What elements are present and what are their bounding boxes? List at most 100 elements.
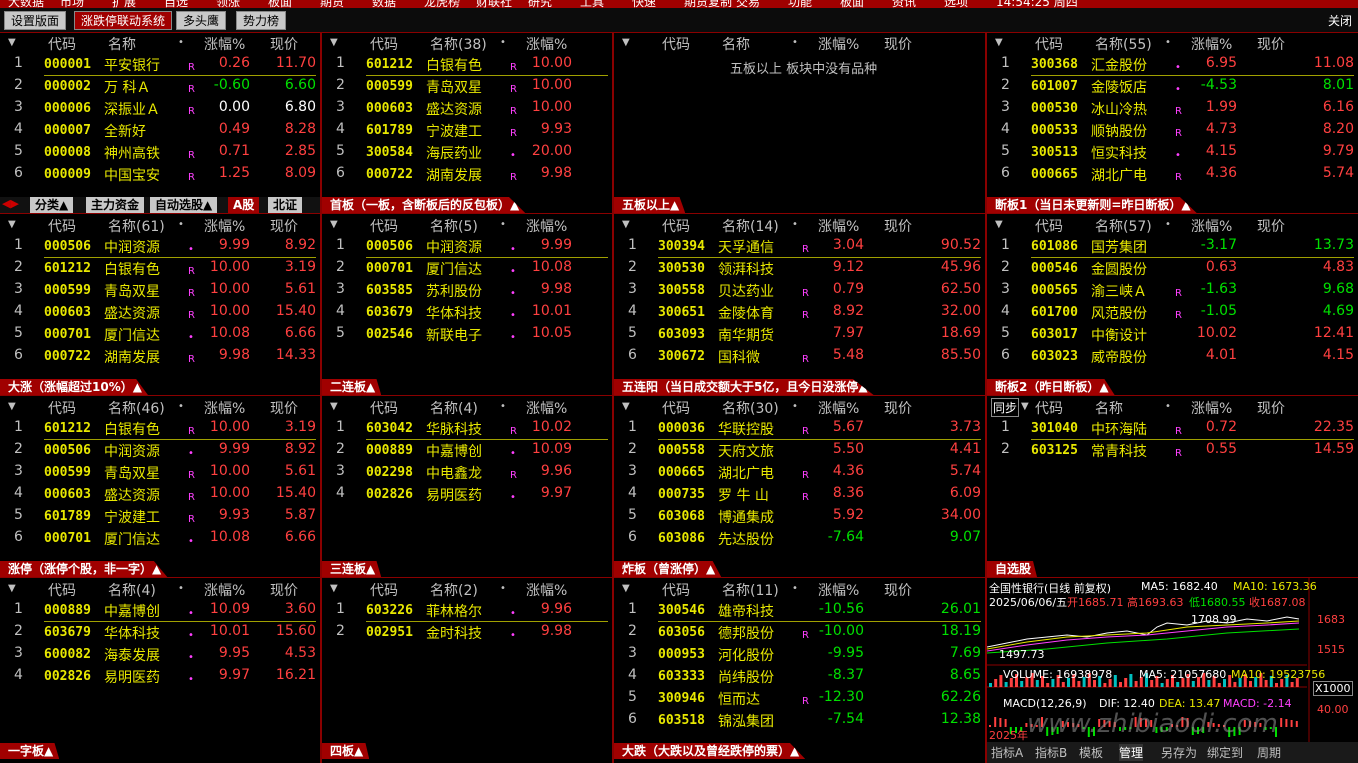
table-row[interactable]: 5 002546 新联电子 • 10.05 (322, 324, 612, 346)
table-row[interactable]: 6 000009 中国宝安 R 1.25 8.09 (0, 164, 320, 186)
col-name-header[interactable]: 名称(55) (1095, 34, 1152, 54)
panel-footer-label[interactable]: 五连阳（当日成交额大于5亿，且今日没涨停▲ (614, 379, 874, 395)
menu-item[interactable]: 扩展 (112, 0, 136, 8)
col-price-header[interactable]: 现价 (1257, 34, 1285, 54)
menu-item[interactable]: 领涨 (216, 0, 240, 8)
tab-bull-eagle[interactable]: 多头鹰 (176, 11, 227, 30)
col-change-header[interactable]: 涨幅% (204, 216, 245, 236)
table-row[interactable]: 5 300584 海辰药业 • 20.00 (322, 142, 612, 164)
menu-item[interactable]: 龙虎榜 (424, 0, 460, 8)
stock-panel[interactable]: ▼ 代码 名称(11) • 涨幅% 现价 1 300546 雄帝科技 -10.56 26.01 2 60… (614, 578, 985, 760)
stock-panel[interactable]: ▼ 代码 名称(55) • 涨幅% 现价 1 300368 汇金股份 • 6.95 11.08 2 601… (987, 32, 1358, 214)
chart-tab[interactable]: 模板 (1079, 744, 1103, 761)
col-change-header[interactable]: 涨幅% (526, 34, 567, 54)
col-code-header[interactable]: 代码 (48, 398, 76, 418)
panel-footer-label[interactable]: 自选股 (987, 561, 1038, 577)
table-row[interactable]: 6 603023 威帝股份 4.01 4.15 (987, 346, 1358, 368)
table-row[interactable]: 5 601789 宁波建工 R 9.93 5.87 (0, 506, 320, 528)
col-name-header[interactable]: 名称 (1095, 398, 1123, 418)
col-code-header[interactable]: 代码 (370, 580, 398, 600)
stock-panel[interactable]: ▼ 代码 名称(46) • 涨幅% 现价 1 601212 白银有色 R 10.00 3.19 2 000… (0, 396, 320, 578)
col-price-header[interactable]: 现价 (1257, 398, 1285, 418)
table-row[interactable]: 4 000007 全新好 0.49 8.28 (0, 120, 320, 142)
table-row[interactable]: 4 300651 金陵体育 R 8.92 32.00 (614, 302, 985, 324)
col-flag-header[interactable]: • (1165, 401, 1171, 412)
col-name-header[interactable]: 名称(46) (108, 398, 165, 418)
table-row[interactable]: 4 601700 风范股份 R -1.05 4.69 (987, 302, 1358, 324)
table-row[interactable]: 6 000701 厦门信达 • 10.08 6.66 (0, 528, 320, 550)
col-flag-header[interactable]: • (1165, 37, 1171, 48)
col-change-header[interactable]: 涨幅% (818, 398, 859, 418)
col-code-header[interactable]: 代码 (370, 216, 398, 236)
chart-tab[interactable]: 管理 (1119, 744, 1144, 761)
table-row[interactable]: 2 000889 中嘉博创 • 10.09 (322, 440, 612, 462)
dropdown-icon[interactable]: ▼ (330, 37, 338, 48)
table-row[interactable]: 4 603333 尚纬股份 -8.37 8.65 (614, 666, 985, 688)
table-row[interactable]: 2 000701 厦门信达 • 10.08 (322, 258, 612, 280)
col-code-header[interactable]: 代码 (662, 216, 690, 236)
col-flag-header[interactable]: • (1165, 219, 1171, 230)
table-row[interactable]: 3 000665 湖北广电 R 4.36 5.74 (614, 462, 985, 484)
table-row[interactable]: 1 300546 雄帝科技 -10.56 26.01 (614, 600, 985, 622)
table-row[interactable]: 3 600082 海泰发展 • 9.95 4.53 (0, 644, 320, 666)
menu-item[interactable]: 板面 (840, 0, 864, 8)
menu-item[interactable]: 14:54:25 周四 (996, 0, 1078, 8)
col-price-header[interactable]: 现价 (270, 34, 298, 54)
col-code-header[interactable]: 代码 (48, 580, 76, 600)
table-row[interactable]: 3 000565 渝三峡Ａ R -1.63 9.68 (987, 280, 1358, 302)
col-name-header[interactable]: 名称(57) (1095, 216, 1152, 236)
menu-item[interactable]: 选项 (944, 0, 968, 8)
stock-panel[interactable]: ▼ 代码 名称(14) • 涨幅% 现价 1 300394 天孚通信 R 3.04 90.52 2 300… (614, 214, 985, 396)
table-row[interactable]: 1 300368 汇金股份 • 6.95 11.08 (987, 54, 1358, 76)
panel-footer-label[interactable]: 二连板▲ (322, 379, 382, 395)
col-name-header[interactable]: 名称(38) (430, 34, 487, 54)
col-change-header[interactable]: 涨幅% (204, 34, 245, 54)
col-code-header[interactable]: 代码 (1035, 216, 1063, 236)
panel-footer-label[interactable]: 四板▲ (322, 743, 370, 759)
menu-item[interactable]: 自选 (164, 0, 188, 8)
col-change-header[interactable]: 涨幅% (204, 398, 245, 418)
col-code-header[interactable]: 代码 (48, 34, 76, 54)
table-row[interactable]: 5 603068 博通集成 5.92 34.00 (614, 506, 985, 528)
table-row[interactable]: 5 603017 中衡设计 10.02 12.41 (987, 324, 1358, 346)
col-code-header[interactable]: 代码 (48, 216, 76, 236)
col-name-header[interactable]: 名称(14) (722, 216, 779, 236)
col-flag-header[interactable]: • (178, 401, 184, 412)
dropdown-icon[interactable]: ▼ (8, 37, 16, 48)
stock-panel[interactable]: ▼ 代码 名称(38) • 涨幅% 1 601212 白银有色 R 10.00 2 000599 青岛双… (322, 32, 612, 214)
panel-footer-label[interactable]: 断板1（当日未更新则=昨日断板）▲ (987, 197, 1197, 213)
chart-tab[interactable]: 指标B (1035, 744, 1067, 761)
col-price-header[interactable]: 现价 (270, 580, 298, 600)
stock-panel[interactable]: ▼ 代码 名称(4) • 涨幅% 1 603042 华脉科技 R 10.02 2 000889 中嘉博创… (322, 396, 612, 578)
menu-item[interactable]: 资讯 (892, 0, 916, 8)
table-row[interactable]: 5 300513 恒实科技 • 4.15 9.79 (987, 142, 1358, 164)
table-row[interactable]: 3 000599 青岛双星 R 10.00 5.61 (0, 462, 320, 484)
panel-footer-label[interactable]: 三连板▲ (322, 561, 382, 577)
dropdown-icon[interactable]: ▼ (1021, 401, 1029, 412)
table-row[interactable]: 2 000506 中润资源 • 9.99 8.92 (0, 440, 320, 462)
col-change-header[interactable]: 涨幅% (1191, 216, 1232, 236)
menu-item[interactable]: 财联社 (476, 0, 512, 8)
col-flag-header[interactable]: • (792, 583, 798, 594)
col-code-header[interactable]: 代码 (370, 34, 398, 54)
panel-footer-label[interactable]: 一字板▲ (0, 743, 60, 759)
dropdown-icon[interactable]: ▼ (8, 583, 16, 594)
nav-tab[interactable]: 自动选股▲ (150, 197, 218, 213)
table-row[interactable]: 6 603086 先达股份 -7.64 9.07 (614, 528, 985, 550)
nav-tab[interactable]: A股 (228, 197, 260, 213)
table-row[interactable]: 2 000546 金圆股份 0.63 4.83 (987, 258, 1358, 280)
col-change-header[interactable]: 涨幅% (1191, 398, 1232, 418)
table-row[interactable]: 1 601212 白银有色 R 10.00 3.19 (0, 418, 320, 440)
col-flag-header[interactable]: • (178, 37, 184, 48)
table-row[interactable]: 2 603056 德邦股份 R -10.00 18.19 (614, 622, 985, 644)
table-row[interactable]: 3 002298 中电鑫龙 R 9.96 (322, 462, 612, 484)
col-name-header[interactable]: 名称(4) (430, 398, 478, 418)
dropdown-icon[interactable]: ▼ (622, 37, 630, 48)
table-row[interactable]: 4 000533 顺钠股份 R 4.73 8.20 (987, 120, 1358, 142)
panel-footer-label[interactable]: 首板（一板，含断板后的反包板）▲ (322, 197, 526, 213)
nav-tab[interactable]: 分类▲ (30, 197, 74, 213)
close-button[interactable]: 关闭 (1328, 12, 1352, 29)
table-row[interactable]: 2 000002 万 科Ａ R -0.60 6.60 (0, 76, 320, 98)
col-flag-header[interactable]: • (792, 401, 798, 412)
stock-panel[interactable]: ▼ 代码 名称(4) • 涨幅% 现价 1 000889 中嘉博创 • 10.09 3.60 2 6036… (0, 578, 320, 760)
